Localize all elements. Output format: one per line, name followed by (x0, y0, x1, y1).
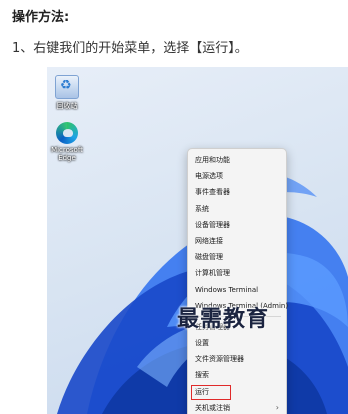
menu-item-power-options[interactable]: 电源选项 (188, 168, 286, 184)
article-instruction: 1、右键我们的开始菜单，选择【运行】。 (12, 41, 248, 56)
start-context-menu: 应用和功能 电源选项 事件查看器 系统 设备管理器 网络连接 磁盘管理 计算机管… (187, 148, 288, 414)
menu-item-apps-features[interactable]: 应用和功能 (188, 152, 286, 168)
desktop-icon-edge[interactable]: Microsoft Edge (47, 122, 87, 162)
menu-item-search[interactable]: 搜索 (188, 367, 286, 383)
menu-item-shutdown-signout[interactable]: 关机或注销 › (188, 400, 286, 414)
menu-item-event-viewer[interactable]: 事件查看器 (188, 184, 286, 200)
chevron-right-icon: › (275, 402, 279, 412)
menu-item-computer-management[interactable]: 计算机管理 (188, 265, 286, 281)
edge-icon (56, 122, 78, 144)
menu-item-system[interactable]: 系统 (188, 201, 286, 217)
menu-item-disk-management[interactable]: 磁盘管理 (188, 249, 286, 265)
menu-item-device-manager[interactable]: 设备管理器 (188, 217, 286, 233)
recycle-bin-icon (55, 75, 79, 99)
menu-item-network-connections[interactable]: 网络连接 (188, 233, 286, 249)
menu-item-file-explorer[interactable]: 文件资源管理器 (188, 351, 286, 367)
desktop-screenshot: 回收站 Microsoft Edge 应用和功能 电源选项 事件查看器 系统 设… (47, 67, 348, 414)
menu-item-run[interactable]: 运行 (188, 384, 286, 400)
desktop-icon-label: Microsoft Edge (51, 146, 83, 162)
article-heading: 操作方法: (12, 10, 70, 25)
desktop-icon-recycle-bin[interactable]: 回收站 (47, 75, 87, 111)
menu-item-settings[interactable]: 设置 (188, 335, 286, 351)
desktop-icon-label: 回收站 (56, 102, 78, 110)
menu-item-run-label: 运行 (195, 387, 209, 396)
watermark: 最需教育 (177, 306, 270, 332)
menu-item-shutdown-label: 关机或注销 (195, 403, 230, 412)
menu-item-windows-terminal[interactable]: Windows Terminal (188, 282, 286, 298)
